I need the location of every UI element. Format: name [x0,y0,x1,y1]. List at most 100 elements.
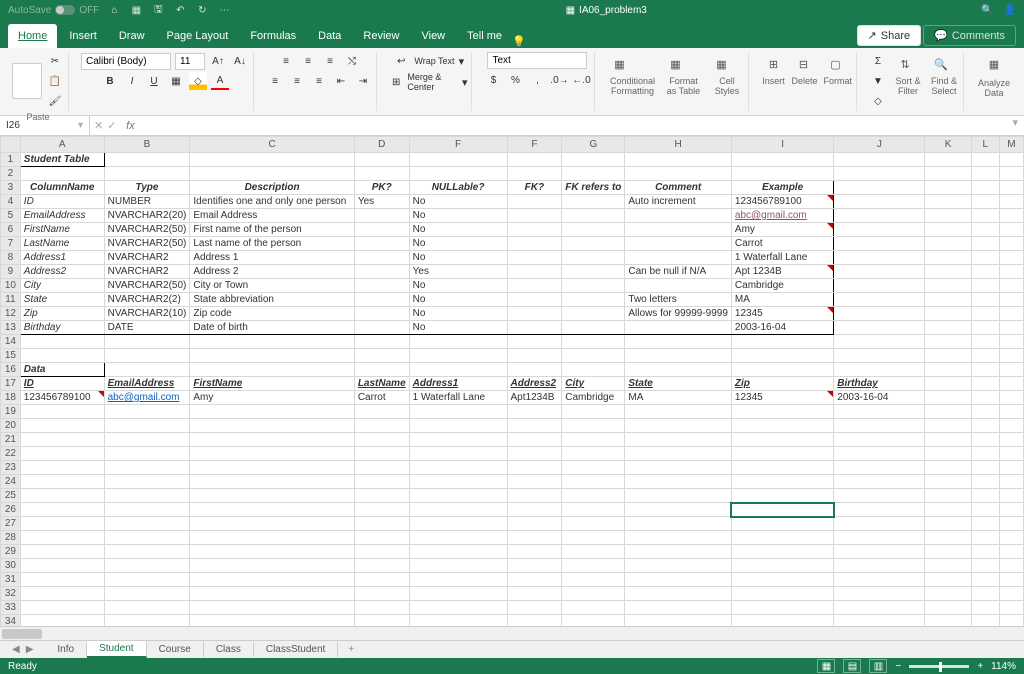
cell-I10[interactable]: Cambridge [731,279,833,293]
cell-G20[interactable] [562,419,625,433]
cell-F2[interactable] [507,167,562,181]
cell-G13[interactable] [562,321,625,335]
cell-M27[interactable] [999,517,1023,531]
cell-I23[interactable] [731,461,833,475]
cell-G18[interactable]: Cambridge [562,391,625,405]
cell-K12[interactable] [925,307,971,321]
cell-D10[interactable] [354,279,409,293]
cell-E34[interactable] [409,615,507,627]
cell-G34[interactable] [562,615,625,627]
col-header-K[interactable]: K [925,137,971,153]
cell-F25[interactable] [507,489,562,503]
cell-L17[interactable] [971,377,999,391]
align-center-icon[interactable]: ≡ [288,72,306,90]
cell-D23[interactable] [354,461,409,475]
zoom-level[interactable]: 114% [991,661,1016,672]
cell-K24[interactable] [925,475,971,489]
cell-D29[interactable] [354,545,409,559]
cell-I9[interactable]: Apt 1234B [731,265,833,279]
cell-G15[interactable] [562,349,625,363]
cell-M3[interactable] [999,181,1023,195]
cell-H6[interactable] [625,223,732,237]
row-header-22[interactable]: 22 [1,447,21,461]
copy-icon[interactable]: 📋 [46,72,64,90]
cell-E17[interactable]: Address1 [409,377,507,391]
cell-L20[interactable] [971,419,999,433]
cell-L28[interactable] [971,531,999,545]
cell-B18[interactable]: abc@gmail.com [104,391,190,405]
h-scrollbar[interactable] [0,626,1024,640]
cell-H1[interactable] [625,153,732,167]
cell-L23[interactable] [971,461,999,475]
format-painter-icon[interactable]: 🖌 [46,92,64,110]
zoom-out-icon[interactable]: − [895,661,901,672]
merge-icon[interactable]: ⊞ [389,73,403,91]
row-header-29[interactable]: 29 [1,545,21,559]
cell-E32[interactable] [409,587,507,601]
cell-D7[interactable] [354,237,409,251]
cell-H14[interactable] [625,335,732,349]
cell-C17[interactable]: FirstName [190,377,354,391]
cell-L2[interactable] [971,167,999,181]
cell-M25[interactable] [999,489,1023,503]
cell-J26[interactable] [834,503,925,517]
cell-M34[interactable] [999,615,1023,627]
decrease-font-icon[interactable]: A↓ [231,52,249,70]
insert-cells-button[interactable]: ⊞ [761,52,785,76]
cell-L26[interactable] [971,503,999,517]
cell-G3[interactable]: FK refers to [562,181,625,195]
cell-C2[interactable] [190,167,354,181]
cell-G19[interactable] [562,405,625,419]
cell-E22[interactable] [409,447,507,461]
cell-F32[interactable] [507,587,562,601]
cell-B3[interactable]: Type [104,181,190,195]
cell-K22[interactable] [925,447,971,461]
col-header-D[interactable]: D [354,137,409,153]
increase-font-icon[interactable]: A↑ [209,52,227,70]
cell-C11[interactable]: State abbreviation [190,293,354,307]
cell-C24[interactable] [190,475,354,489]
cell-I13[interactable]: 2003-16-04 [731,321,833,335]
cell-A33[interactable] [20,601,104,615]
cell-H4[interactable]: Auto increment [625,195,732,209]
cell-L7[interactable] [971,237,999,251]
cell-I29[interactable] [731,545,833,559]
cell-D12[interactable] [354,307,409,321]
cell-B31[interactable] [104,573,190,587]
cell-M16[interactable] [999,363,1023,377]
row-header-6[interactable]: 6 [1,223,21,237]
cell-F8[interactable] [507,251,562,265]
cell-E18[interactable]: 1 Waterfall Lane [409,391,507,405]
enter-icon[interactable]: ✓ [107,119,116,132]
cell-H5[interactable] [625,209,732,223]
page-layout-icon[interactable]: ▤ [843,659,861,673]
cell-K13[interactable] [925,321,971,335]
cell-L27[interactable] [971,517,999,531]
cell-F7[interactable] [507,237,562,251]
cell-B9[interactable]: NVARCHAR2 [104,265,190,279]
cell-J11[interactable] [834,293,925,307]
cell-E31[interactable] [409,573,507,587]
cell-E12[interactable]: No [409,307,507,321]
ribbon-tab-home[interactable]: Home [8,24,57,48]
cell-B20[interactable] [104,419,190,433]
format-cells-button[interactable]: ▢ [823,52,847,76]
cell-L11[interactable] [971,293,999,307]
cell-J33[interactable] [834,601,925,615]
cell-A23[interactable] [20,461,104,475]
zoom-in-icon[interactable]: + [977,661,983,672]
cell-L5[interactable] [971,209,999,223]
align-left-icon[interactable]: ≡ [266,72,284,90]
cell-E26[interactable] [409,503,507,517]
autosum-icon[interactable]: Σ [869,52,887,70]
col-header-F[interactable]: F [507,137,562,153]
cell-K6[interactable] [925,223,971,237]
cell-C14[interactable] [190,335,354,349]
cell-K20[interactable] [925,419,971,433]
cell-I12[interactable]: 12345 [731,307,833,321]
row-header-32[interactable]: 32 [1,587,21,601]
cell-L4[interactable] [971,195,999,209]
cell-M26[interactable] [999,503,1023,517]
cell-K18[interactable] [925,391,971,405]
cell-K4[interactable] [925,195,971,209]
